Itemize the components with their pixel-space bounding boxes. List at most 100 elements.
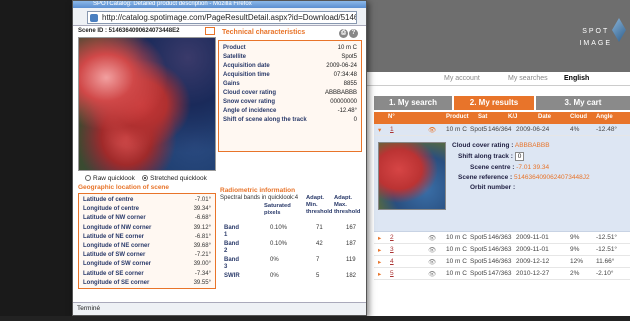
row-product: 10 m C: [446, 234, 467, 241]
geo-key: Longitude of SW corner: [83, 261, 151, 268]
row-number[interactable]: 4: [390, 258, 394, 265]
col-min-threshold: Adapt. Min. threshold: [306, 195, 333, 215]
col-product[interactable]: Product: [446, 114, 469, 120]
address-bar: http://catalog.spotimage.com/PageResultD…: [73, 8, 366, 26]
window-titlebar[interactable]: SPOTCatalog: Detailed product descriptio…: [73, 1, 366, 8]
table-row[interactable]: ▸ 👁 5 10 m C Spot5 147/363 2010-12-27 2% -2.10°: [374, 268, 630, 280]
geo-value: -7.01°: [194, 197, 211, 203]
spot-image-logo: SPOT IMAGE: [579, 26, 612, 50]
band-max: 187: [346, 241, 357, 247]
row-number[interactable]: 2: [390, 234, 394, 241]
table-row[interactable]: ▸ 👁 3 10 m C Spot5 146/363 2009-11-01 9% -12.51°: [374, 244, 630, 256]
raw-quicklook-radio[interactable]: [85, 175, 91, 182]
stretched-quicklook-radio[interactable]: [142, 175, 149, 182]
tech-row: Product 10 m C: [223, 45, 359, 53]
eye-icon[interactable]: 👁: [428, 234, 436, 242]
popup-content: Scene ID : 5146364090624073448E2 Raw qui…: [77, 27, 364, 302]
row-cloud: 2%: [570, 270, 580, 277]
tech-key: Angle of incidence: [223, 108, 277, 114]
geographic-panel: Latitude of centre -7.01° Longitude of cen…: [78, 193, 216, 289]
raw-quicklook-label: Raw quicklook: [93, 175, 135, 182]
tech-value: 00000000: [330, 99, 357, 105]
table-row[interactable]: ▸ 👁 4 10 m C Spot5 146/363 2009-12-12 12% 11.66°: [374, 256, 630, 268]
help-icons: ⎙?: [338, 27, 358, 39]
print-icon[interactable]: ⎙: [339, 29, 348, 38]
row-kj: 146/363: [488, 258, 512, 265]
row-product: 10 m C: [446, 126, 467, 133]
radiometric-table: Saturated pixels Adapt. Min. threshold A…: [220, 195, 360, 291]
other-rows: ▸ 👁 2 10 m C Spot5 146/363 2009-11-01 9% -12.51°…: [374, 232, 630, 280]
geo-key: Latitude of SE corner: [83, 270, 144, 277]
tech-value: ABBBABBB: [324, 90, 357, 96]
expand-icon[interactable]: ▸: [378, 270, 381, 278]
language-select[interactable]: English: [564, 75, 589, 82]
band-min: 42: [316, 241, 323, 247]
eye-icon[interactable]: 👁: [428, 126, 436, 134]
geo-key: Longitude of SE corner: [83, 279, 150, 286]
row-kj: 146/363: [488, 234, 512, 241]
tech-row: Acquisition time 07:34:48: [223, 72, 359, 80]
col-number[interactable]: N°: [388, 114, 395, 120]
tab-my-cart[interactable]: 3. My cart: [536, 96, 630, 110]
collapse-icon[interactable]: ▾: [378, 126, 381, 134]
row-angle: -12.51°: [596, 234, 618, 241]
row-number[interactable]: 1: [390, 126, 394, 133]
col-kj[interactable]: K/J: [508, 114, 517, 120]
col-cloud[interactable]: Cloud: [570, 114, 587, 120]
tech-row: Acquisition date 2009-06-24: [223, 63, 359, 71]
col-date[interactable]: Date: [538, 114, 551, 120]
row-number[interactable]: 5: [390, 270, 394, 277]
row-sat: Spot5: [470, 126, 487, 133]
scene-thumbnail[interactable]: [378, 142, 446, 210]
url-input[interactable]: http://catalog.spotimage.com/PageResultD…: [87, 11, 357, 24]
logo-line1: SPOT: [582, 28, 610, 35]
shift-select[interactable]: 0: [514, 152, 525, 161]
band-min: 71: [316, 225, 323, 231]
eye-icon[interactable]: 👁: [428, 246, 436, 254]
band-name: SWIR: [224, 273, 240, 279]
logo-line2: IMAGE: [579, 40, 612, 47]
geo-value: -6.81°: [194, 233, 211, 240]
col-sat[interactable]: Sat: [478, 114, 487, 120]
geo-key: Longitude of NW corner: [83, 224, 152, 231]
tab-my-search[interactable]: 1. My search: [374, 96, 452, 110]
expand-icon[interactable]: [205, 27, 215, 35]
tech-value: -12.48°: [337, 108, 357, 114]
table-row[interactable]: ▾ 1 👁 10 m C Spot5 146/364 2009-06-24 4%…: [374, 124, 630, 136]
my-searches-link[interactable]: My searches: [508, 75, 548, 82]
row-angle: -12.51°: [596, 246, 618, 253]
cloud-label: Cloud cover rating :: [452, 142, 514, 149]
col-angle[interactable]: Angle: [596, 114, 613, 120]
help-icon[interactable]: ?: [349, 29, 358, 38]
tech-row: Angle of incidence -12.48°: [223, 108, 359, 116]
row-sat: Spot5: [470, 270, 487, 277]
tech-value: 0: [353, 117, 357, 123]
tech-value: 2009-06-24: [326, 63, 357, 69]
row-sat: Spot5: [470, 246, 487, 253]
geo-value: -6.68°: [194, 215, 211, 222]
tech-key: Product: [223, 45, 246, 51]
geo-value: 39.68°: [193, 243, 211, 249]
tech-row: Shift of scene along the track 0: [223, 117, 359, 125]
expand-icon[interactable]: ▸: [378, 234, 381, 242]
my-account-link[interactable]: My account: [444, 75, 480, 82]
expand-icon[interactable]: ▸: [378, 258, 381, 266]
table-row[interactable]: ▸ 👁 2 10 m C Spot5 146/363 2009-11-01 9% -12.51°: [374, 232, 630, 244]
row-number[interactable]: 3: [390, 246, 394, 253]
eye-icon[interactable]: 👁: [428, 258, 436, 266]
quicklook-options: Raw quicklook Stretched quicklook: [85, 175, 207, 182]
geo-row: Longitude of NE corner 39.68°: [83, 243, 213, 252]
geo-row: Latitude of NW corner -6.68°: [83, 215, 213, 224]
tab-my-results[interactable]: 2. My results: [454, 96, 534, 110]
eye-icon[interactable]: 👁: [428, 270, 436, 278]
expand-icon[interactable]: ▸: [378, 246, 381, 254]
product-detail-window: SPOTCatalog: Detailed product descriptio…: [72, 0, 367, 316]
tech-key: Gains: [223, 81, 240, 87]
ref-value: 5146364090624073448J2: [514, 174, 590, 181]
tech-value: 8855: [343, 81, 357, 87]
row-date: 2009-12-12: [516, 258, 550, 265]
band-min: 7: [316, 257, 320, 263]
site-header: SPOT IMAGE: [360, 0, 630, 72]
row-cloud: 9%: [570, 234, 580, 241]
shift-label: Shift along track :: [458, 153, 513, 160]
